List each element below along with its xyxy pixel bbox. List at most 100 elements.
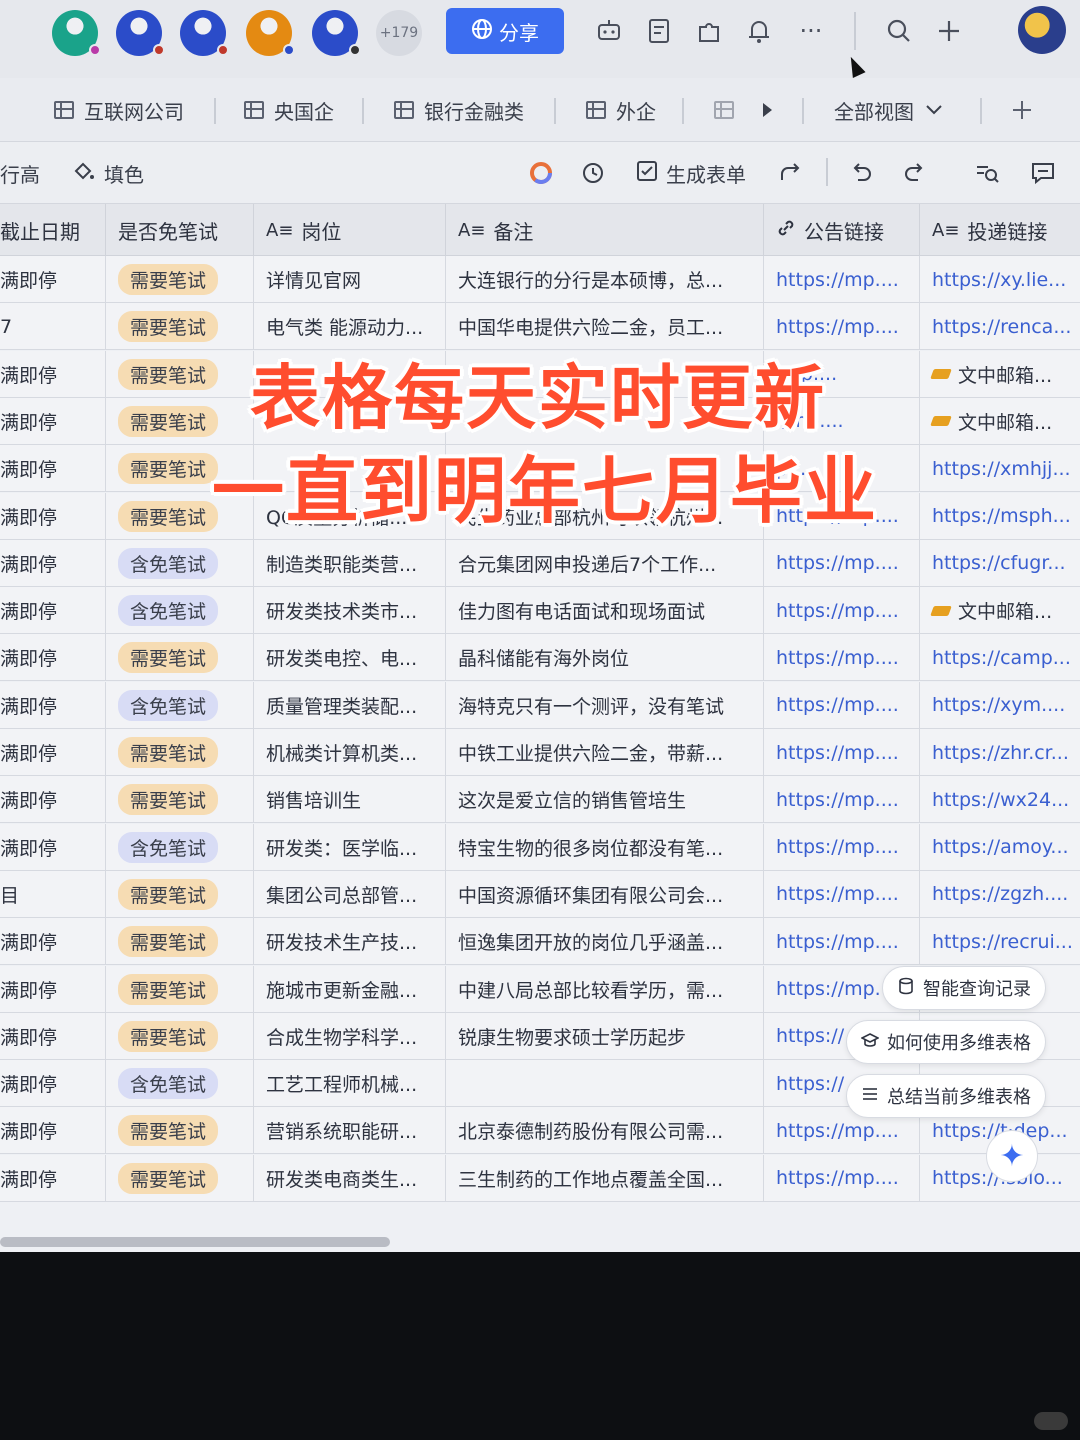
view-selector[interactable]: 全部视图 [834,92,944,128]
apply-link-cell[interactable]: 文中邮箱... [920,398,1080,445]
post-cell[interactable]: 研发技术生产技... [254,918,446,966]
undo-icon[interactable] [848,158,874,188]
tab-state-owned[interactable]: 央国企 [244,92,334,128]
deadline-cell[interactable]: 满即停 [0,445,106,493]
exam-cell[interactable]: 需要笔试 [106,870,254,918]
deadline-cell[interactable]: 满即停 [0,823,106,871]
table-row[interactable]: 满即停 含免笔试 研发类：医学临... 特宝生物的很多岗位都没有笔... https:/… [0,823,1080,871]
tab-foreign-companies[interactable]: 外企 [586,92,656,128]
plugin-icon[interactable] [692,14,726,48]
apply-link-cell[interactable]: https://recrui... [920,918,1080,965]
deadline-cell[interactable]: 满即停 [0,492,106,540]
table-row[interactable]: 满即停 需要笔试 研发类电商类生... 三生制药的工作地点覆盖全国... https:/… [0,1154,1080,1202]
history-icon[interactable] [580,158,606,188]
exam-cell[interactable]: 需要笔试 [106,350,254,398]
exam-cell[interactable]: 含免笔试 [106,823,254,871]
post-cell[interactable]: 详情见官网 [254,256,446,303]
exam-cell[interactable]: 含免笔试 [106,681,254,729]
tab-banking-finance[interactable]: 银行金融类 [394,92,524,128]
exam-cell[interactable]: 需要笔试 [106,1107,254,1155]
apply-link-cell[interactable]: https://renca... [920,303,1080,350]
deadline-cell[interactable]: 满即停 [0,729,106,776]
notice-link-cell[interactable]: https://mp.... [764,1154,920,1202]
post-cell[interactable]: 制造类职能类营... [254,539,446,587]
post-cell[interactable]: 合成生物学科学... [254,1012,446,1060]
exam-cell[interactable]: 需要笔试 [106,729,254,776]
post-cell[interactable]: 销售培训生 [254,776,446,824]
collaborator-avatar[interactable] [116,10,165,56]
deadline-cell[interactable]: 满即停 [0,539,106,587]
note-cell[interactable]: 大连银行的分行是本硕博，总... [446,256,764,303]
deadline-cell[interactable]: 满即停 [0,681,106,729]
column-header-note[interactable]: A≡ 备注 [446,204,764,256]
deadline-cell[interactable]: 满即停 [0,965,106,1013]
user-avatar[interactable] [1018,6,1066,54]
table-row[interactable]: 满即停 需要笔试 研发技术生产技... 恒逸集团开放的岗位几乎涵盖... https:/… [0,918,1080,966]
deadline-cell[interactable]: 满即停 [0,634,106,682]
post-cell[interactable]: 研发类：医学临... [254,823,446,871]
apply-link-cell[interactable]: 文中邮箱... [920,587,1080,634]
post-cell[interactable]: 施城市更新金融... [254,965,446,1013]
deadline-cell[interactable]: 满即停 [0,1107,106,1155]
deadline-cell[interactable]: 满即停 [0,776,106,824]
fill-color-button[interactable]: 填色 [72,158,144,188]
document-icon[interactable] [642,14,676,48]
notice-link-cell[interactable]: https://mp.... [764,729,920,776]
table-row[interactable]: 满即停 需要笔试 销售培训生 这次是爱立信的销售管培生 https://mp.... ht… [0,776,1080,824]
tab-overflow[interactable] [714,92,734,128]
apply-link-cell[interactable]: https://zgzh.... [920,871,1080,918]
apply-link-cell[interactable]: https://msph... [920,493,1080,540]
exam-cell[interactable]: 含免笔试 [106,587,254,635]
deadline-cell[interactable]: 满即停 [0,587,106,635]
table-row[interactable]: 目 需要笔试 集团公司总部管... 中国资源循环集团有限公司会... https://m… [0,870,1080,918]
column-header-apply-link[interactable]: A≡ 投递链接 [920,204,1080,256]
exam-cell[interactable]: 需要笔试 [106,1154,254,1202]
collaborator-avatar[interactable] [312,10,361,56]
notice-link-cell[interactable]: https://mp.... [764,823,920,871]
summarize-table-button[interactable]: 总结当前多维表格 [846,1074,1046,1118]
ai-sparkle-icon[interactable]: ✦ [986,1130,1038,1182]
smart-query-history-button[interactable]: 智能查询记录 [882,966,1046,1010]
apply-link-cell[interactable]: 文中邮箱... [920,351,1080,398]
find-icon[interactable] [974,158,1000,188]
note-cell[interactable]: 合元集团网申投递后7个工作... [446,539,764,587]
note-cell[interactable]: 三生制药的工作地点覆盖全国... [446,1154,764,1202]
notice-link-cell[interactable]: https://mp.... [764,870,920,918]
column-header-deadline[interactable]: 截止日期 [0,204,106,256]
note-cell[interactable]: 中铁工业提供六险二金，带薪... [446,729,764,776]
comment-icon[interactable] [1030,158,1056,188]
more-icon[interactable]: ··· [794,14,828,48]
table-row[interactable]: 满即停 需要笔试 研发类电控、电... 晶科储能有海外岗位 https://mp....… [0,634,1080,682]
collaborator-avatar[interactable] [52,10,101,56]
note-cell[interactable]: 北京泰德制药股份有限公司需... [446,1107,764,1155]
note-cell[interactable]: 海特克只有一个测评，没有笔试 [446,681,764,729]
deadline-cell[interactable]: 满即停 [0,350,106,398]
column-header-notice-link[interactable]: 公告链接 [764,204,920,256]
deadline-cell[interactable]: 目 [0,870,106,918]
exam-cell[interactable]: 需要笔试 [106,1012,254,1060]
collaborator-avatar[interactable] [180,10,229,56]
apply-link-cell[interactable]: https://xmhjj... [920,445,1080,492]
deadline-cell[interactable]: 满即停 [0,1154,106,1202]
exam-cell[interactable]: 含免笔试 [106,539,254,587]
exam-cell[interactable]: 需要笔试 [106,634,254,682]
notice-link-cell[interactable]: https://mp.... [764,634,920,682]
note-cell[interactable]: 中建八局总部比较看学历，需... [446,965,764,1013]
table-row[interactable]: 满即停 含免笔试 研发类技术类市... 佳力图有电话面试和现场面试 https://mp… [0,587,1080,635]
post-cell[interactable]: 营销系统职能研... [254,1107,446,1155]
post-cell[interactable]: 工艺工程师机械... [254,1060,446,1108]
apply-link-cell[interactable]: https://wx24... [920,776,1080,823]
notice-link-cell[interactable]: https://mp.... [764,587,920,635]
apply-link-cell[interactable]: https://cfugr... [920,540,1080,587]
table-row[interactable]: 满即停 含免笔试 质量管理类装配... 海特克只有一个测评，没有笔试 https://m… [0,681,1080,729]
note-cell[interactable]: 恒逸集团开放的岗位几乎涵盖... [446,918,764,966]
note-cell[interactable]: 锐康生物要求硕士学历起步 [446,1012,764,1060]
apply-link-cell[interactable]: https://amoy... [920,824,1080,871]
exam-cell[interactable]: 需要笔试 [106,965,254,1013]
redo-icon[interactable] [902,158,928,188]
note-cell[interactable] [446,1060,764,1108]
exam-cell[interactable]: 需要笔试 [106,918,254,966]
apply-link-cell[interactable]: https://zhr.cr... [920,729,1080,776]
apply-link-cell[interactable]: https://camp... [920,634,1080,681]
row-height-button[interactable]: 行高 [0,158,40,188]
